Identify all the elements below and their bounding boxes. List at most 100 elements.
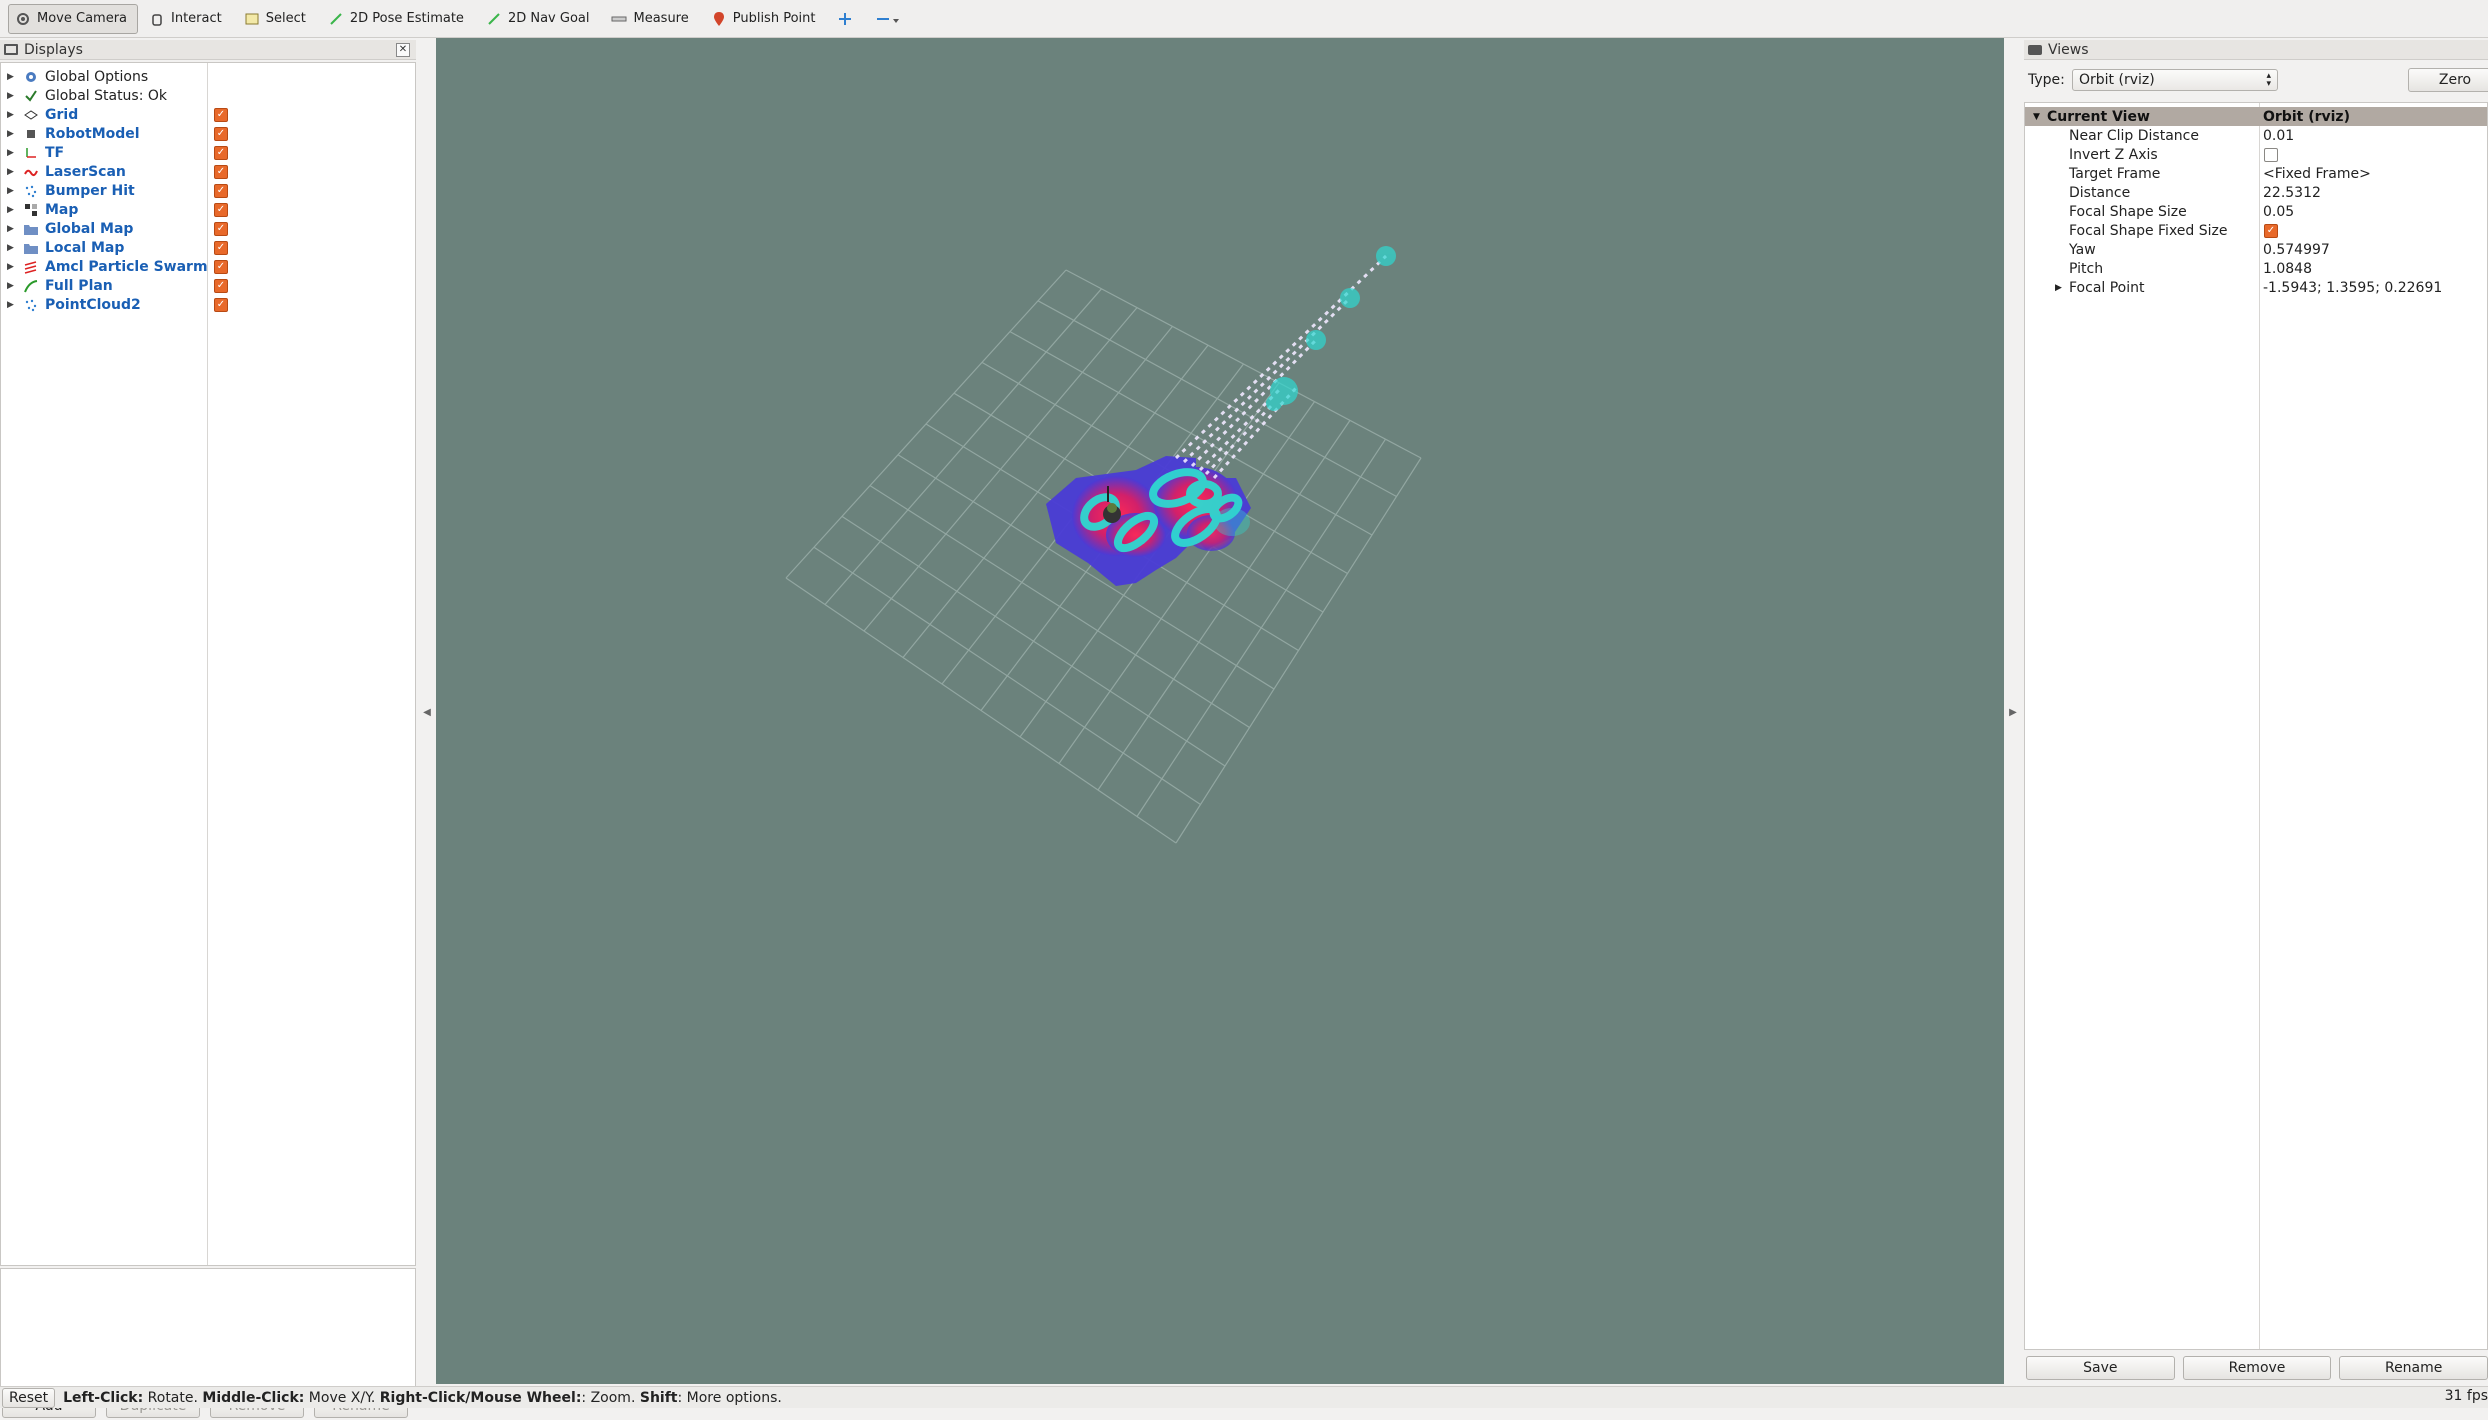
tool-2d-nav-goal[interactable]: 2D Nav Goal [479,4,601,34]
remove-view-button[interactable]: Remove [2182,1356,2332,1380]
enabled-checkbox[interactable]: ✓ [214,240,228,255]
tool-publish-point[interactable]: Publish Point [704,4,827,34]
display-item-robotmodel[interactable]: ▶ RobotModel ✓ [1,124,415,143]
property-checkbox[interactable]: ✓ [2264,223,2278,238]
enabled-checkbox[interactable]: ✓ [214,145,228,160]
tool-2d-pose-estimate[interactable]: 2D Pose Estimate [321,4,475,34]
left-splitter-handle[interactable]: ◀ [420,40,434,1384]
expand-arrow-icon[interactable]: ▶ [7,91,17,101]
zero-button[interactable]: Zero [2408,68,2488,92]
display-item-label: Global Options [45,68,149,85]
property-focal-point[interactable]: ▶ Focal Point -1.5943; 1.3595; 0.22691 [2025,278,2487,297]
display-item-label: Grid [45,106,79,123]
ruler-icon [611,11,627,27]
reset-button[interactable]: Reset [2,1387,56,1408]
display-item-laserscan[interactable]: ▶ LaserScan ✓ [1,162,415,181]
right-splitter-handle[interactable]: ▶ [2006,40,2020,1384]
expand-arrow-icon[interactable]: ▶ [2055,283,2062,293]
property-value[interactable]: 22.5312 [2263,185,2321,201]
tool-label: Select [265,11,306,26]
display-item-global-options[interactable]: ▶ Global Options [1,67,415,86]
expand-arrow-icon[interactable]: ▶ [7,186,17,196]
property-focal-shape-size[interactable]: Focal Shape Size 0.05 [2025,202,2487,221]
property-value[interactable]: -1.5943; 1.3595; 0.22691 [2263,280,2442,296]
tool-label: 2D Nav Goal [507,11,590,26]
save-view-button[interactable]: Save [2026,1356,2175,1380]
expand-arrow-icon[interactable]: ▶ [7,110,17,120]
expand-arrow-icon[interactable]: ▶ [7,281,17,291]
enabled-checkbox[interactable]: ✓ [214,278,228,293]
property-value[interactable]: 0.05 [2263,204,2294,220]
spinner-icon: ▴ ▾ [2266,71,2271,89]
property-focal-shape-fixed-size[interactable]: Focal Shape Fixed Size ✓ [2025,221,2487,240]
property-yaw[interactable]: Yaw 0.574997 [2025,240,2487,259]
display-item-full-plan[interactable]: ▶ Full Plan ✓ [1,276,415,295]
expand-arrow-icon[interactable]: ▶ [7,300,17,310]
point-cloud-icon [23,297,39,313]
display-item-bumper-hit[interactable]: ▶ Bumper Hit ✓ [1,181,415,200]
tool-move-camera[interactable]: Move Camera [8,3,139,34]
display-item-map[interactable]: ▶ Map ✓ [1,200,415,219]
tool-interact[interactable]: Interact [142,4,233,34]
rename-view-button[interactable]: Rename [2339,1356,2488,1380]
property-pitch[interactable]: Pitch 1.0848 [2025,259,2487,278]
display-item-label: Global Status: Ok [45,87,168,104]
expand-arrow-icon[interactable]: ▶ [7,129,17,139]
grid-line [1058,401,1315,764]
scene-render[interactable] [436,38,2004,1384]
display-description-box [0,1268,416,1390]
expand-arrow-icon[interactable]: ▶ [7,167,17,177]
display-item-tf[interactable]: ▶ TF ✓ [1,143,415,162]
property-invert-z-axis[interactable]: Invert Z Axis [2025,145,2487,164]
property-distance[interactable]: Distance 22.5312 [2025,183,2487,202]
expand-arrow-icon[interactable]: ▶ [7,205,17,215]
display-item-amcl-particle-swarm[interactable]: ▶ Amcl Particle Swarm ✓ [1,257,415,276]
path-icon [23,278,39,294]
property-value[interactable]: Orbit (rviz) [2263,109,2350,125]
property-checkbox[interactable] [2264,147,2278,162]
enabled-checkbox[interactable]: ✓ [214,126,228,141]
property-name: Target Frame [2069,165,2161,182]
property-value[interactable]: 0.01 [2263,128,2294,144]
add-tool-icon[interactable] [830,4,864,34]
property-name: Focal Shape Size [2069,203,2187,220]
property-value[interactable]: 0.574997 [2263,242,2330,258]
close-icon[interactable]: ✕ [396,42,410,57]
collapse-arrow-icon[interactable]: ▼ [2033,112,2040,122]
display-item-label: Amcl Particle Swarm [45,258,208,275]
enabled-checkbox[interactable]: ✓ [214,107,228,122]
property-name: Focal Point [2069,279,2145,296]
enabled-checkbox[interactable]: ✓ [214,297,228,312]
display-item-global-status-ok[interactable]: ▶ Global Status: Ok [1,86,415,105]
enabled-checkbox[interactable]: ✓ [214,221,228,236]
property-current-view[interactable]: ▼ Current View Orbit (rviz) [2025,107,2487,126]
enabled-checkbox[interactable]: ✓ [214,202,228,217]
tool-label: Interact [171,11,222,26]
expand-arrow-icon[interactable]: ▶ [7,262,17,272]
property-value[interactable]: <Fixed Frame> [2263,166,2371,182]
enabled-checkbox[interactable]: ✓ [214,164,228,179]
remove-tool-icon[interactable] [868,4,912,34]
expand-arrow-icon[interactable]: ▶ [7,148,17,158]
display-item-local-map[interactable]: ▶ Local Map ✓ [1,238,415,257]
display-item-grid[interactable]: ▶ Grid ✓ [1,105,415,124]
enabled-checkbox[interactable]: ✓ [214,259,228,274]
displays-tree[interactable]: ▶ Global Options ▶ Global Status: Ok ▶ Grid ✓ ▶… [0,62,416,1266]
display-item-pointcloud2[interactable]: ▶ PointCloud2 ✓ [1,295,415,314]
property-near-clip-distance[interactable]: Near Clip Distance 0.01 [2025,126,2487,145]
tool-measure[interactable]: Measure [604,4,699,34]
expand-arrow-icon[interactable]: ▶ [7,243,17,253]
expand-arrow-icon[interactable]: ▶ [7,224,17,234]
display-item-global-map[interactable]: ▶ Global Map ✓ [1,219,415,238]
display-item-label: Local Map [45,239,125,256]
3d-viewport[interactable] [436,38,2004,1384]
enabled-checkbox[interactable]: ✓ [214,183,228,198]
point-cloud-icon [23,183,39,199]
property-value[interactable]: 1.0848 [2263,261,2312,277]
view-type-select[interactable]: Orbit (rviz) ▴ ▾ [2072,69,2278,91]
view-properties-tree[interactable]: ▼ Current View Orbit (rviz) Near Clip Dista… [2024,102,2488,1350]
property-name: Distance [2069,184,2131,201]
expand-arrow-icon[interactable]: ▶ [7,72,17,82]
property-target-frame[interactable]: Target Frame <Fixed Frame> [2025,164,2487,183]
tool-select[interactable]: Select [237,4,317,34]
